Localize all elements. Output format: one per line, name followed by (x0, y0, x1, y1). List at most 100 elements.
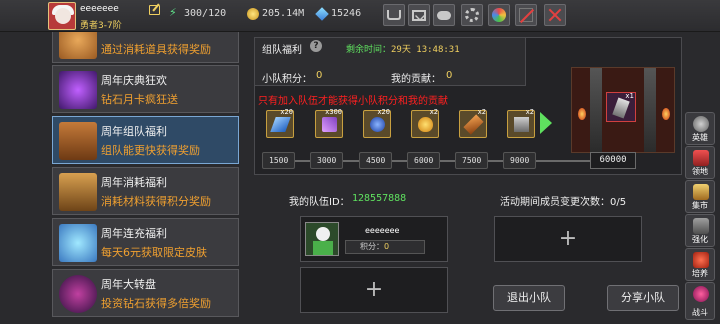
torch-flame (578, 108, 586, 120)
open-chest-icon (59, 173, 97, 211)
member-score: 积分：0 (345, 240, 425, 254)
disabled-icon[interactable] (515, 4, 537, 26)
reward-slot[interactable]: x20 (266, 108, 294, 138)
milestone-label: 1500 (262, 152, 296, 169)
nav-fight[interactable]: 战斗 (685, 282, 715, 320)
reward-count: x2 (477, 108, 486, 116)
changes-value: 0/5 (610, 197, 627, 208)
close-icon[interactable] (544, 4, 566, 26)
remaining-value: 29天 13:48:31 (391, 45, 460, 55)
nav-train[interactable]: 培养 (685, 248, 715, 281)
edit-icon[interactable] (149, 5, 160, 15)
activity-title: 周年消耗福利 (101, 176, 167, 189)
hero-icon (693, 116, 709, 132)
treasure-chest-icon (59, 122, 97, 160)
activity-desc: 每天6元获取限定皮肤 (101, 246, 207, 259)
nav-label: 战斗 (692, 308, 708, 317)
activity-item[interactable]: 周年庆典狂欢 钻石月卡疯狂送 (52, 65, 239, 113)
activity-title: 周年大转盘 (101, 278, 156, 291)
my-contribution-value: 0 (446, 70, 453, 81)
sword-icon (612, 97, 630, 119)
gem-value: 15246 (331, 8, 362, 19)
lightning-scroll-icon (270, 117, 291, 132)
changes-label: 活动期间成员变更次数： (500, 197, 610, 208)
reward-count: x2 (525, 108, 534, 116)
shop-cart-icon[interactable] (383, 4, 405, 26)
reward-slot[interactable]: x2 (459, 108, 487, 138)
magic-staff-icon (322, 117, 337, 132)
add-member-slot[interactable]: + (300, 267, 448, 313)
team-score-value: 0 (316, 70, 323, 81)
crystal-icon (59, 224, 97, 262)
nav-territory[interactable]: 领地 (685, 146, 715, 179)
diamond-card-icon (59, 71, 97, 109)
player-avatar[interactable] (48, 2, 76, 30)
nav-label: 英雄 (692, 133, 708, 142)
milestone-label: 7500 (455, 152, 489, 169)
reward-slot[interactable]: x20 (363, 108, 391, 138)
leave-team-button[interactable]: 退出小队 (493, 285, 565, 311)
member-avatar (305, 222, 339, 256)
activity-item[interactable]: 通过消耗道具获得奖励 (52, 32, 239, 63)
avatar-body (313, 241, 333, 255)
activity-thumb-icon (59, 32, 97, 59)
activity-desc: 消耗材料获得积分奖励 (101, 195, 211, 208)
activity-title: 周年连充福利 (101, 227, 167, 240)
member-score-label: 积分： (360, 242, 384, 251)
activity-desc: 钻石月卡疯狂送 (101, 93, 178, 106)
market-icon (693, 184, 709, 200)
reward-count: x1 (625, 92, 634, 100)
blue-orb-icon (370, 117, 385, 132)
torch-flame (662, 108, 670, 120)
team-score-label: 小队积分： (262, 74, 312, 85)
team-id-label: 我的队伍ID： (289, 197, 350, 208)
activity-desc: 通过消耗道具获得奖励 (101, 43, 211, 56)
share-team-button[interactable]: 分享小队 (607, 285, 679, 311)
activity-item[interactable]: 周年消耗福利 消耗材料获得积分奖励 (52, 167, 239, 215)
reward-slot[interactable]: x2 (507, 108, 535, 138)
nav-label: 培养 (692, 269, 708, 278)
nav-enhance[interactable]: 强化 (685, 214, 715, 247)
final-reward-slot[interactable]: x1 (606, 92, 636, 122)
lucky-wheel-icon[interactable] (488, 4, 510, 26)
activity-item-selected[interactable]: 周年组队福利 组队能更快获得奖励 (52, 116, 239, 164)
next-arrow-icon[interactable] (540, 112, 552, 134)
activity-title: 周年组队福利 (101, 125, 167, 138)
gold-value: 205.14M (262, 8, 305, 19)
reward-count: x20 (377, 108, 390, 116)
train-icon (693, 252, 709, 268)
activity-item[interactable]: 周年连充福利 每天6元获取限定皮肤 (52, 218, 239, 266)
energy-icon (169, 6, 181, 20)
settings-gear-icon[interactable] (461, 4, 483, 26)
gold-coin-icon (247, 8, 259, 20)
reward-slot[interactable]: x300 (315, 108, 343, 138)
player-level: 勇者3-7阶 (80, 21, 122, 31)
fight-icon (693, 286, 709, 302)
pillar (644, 68, 656, 152)
gem-icon (315, 7, 329, 21)
wand-icon (463, 114, 484, 135)
milestone-label: 9000 (503, 152, 537, 169)
join-team-notice: 只有加入队伍才能获得小队积分和我的贡献 (258, 96, 448, 107)
activity-list[interactable]: 通过消耗道具获得奖励 周年庆典狂欢 钻石月卡疯狂送 周年组队福利 组队能更快获得… (52, 32, 239, 324)
mail-icon[interactable] (408, 4, 430, 26)
milestone-label: 6000 (407, 152, 441, 169)
gamepad-icon[interactable] (433, 4, 455, 26)
nav-market[interactable]: 集市 (685, 180, 715, 213)
nav-label: 强化 (692, 235, 708, 244)
reward-slot[interactable]: x2 (411, 108, 439, 138)
enhance-icon (693, 218, 709, 234)
remaining-label: 剩余时间： (346, 45, 392, 55)
nav-hero[interactable]: 英雄 (685, 112, 715, 145)
activity-desc: 投资钻石获得多倍奖励 (101, 297, 211, 310)
my-contribution-label: 我的贡献： (391, 74, 441, 85)
top-bar: eeeeeee 勇者3-7阶 300/120 205.14M 15246 (0, 0, 720, 32)
activity-item[interactable]: 周年大转盘 投资钻石获得多倍奖励 (52, 269, 239, 317)
member-score-value: 0 (384, 242, 390, 251)
golden-egg-icon (418, 117, 433, 132)
panel-title: 组队福利 (262, 45, 302, 56)
member-changes: 活动期间成员变更次数：0/5 (500, 193, 626, 208)
add-member-slot[interactable]: + (494, 216, 642, 262)
help-icon[interactable]: ? (310, 40, 322, 52)
milestone-label: 4500 (359, 152, 393, 169)
